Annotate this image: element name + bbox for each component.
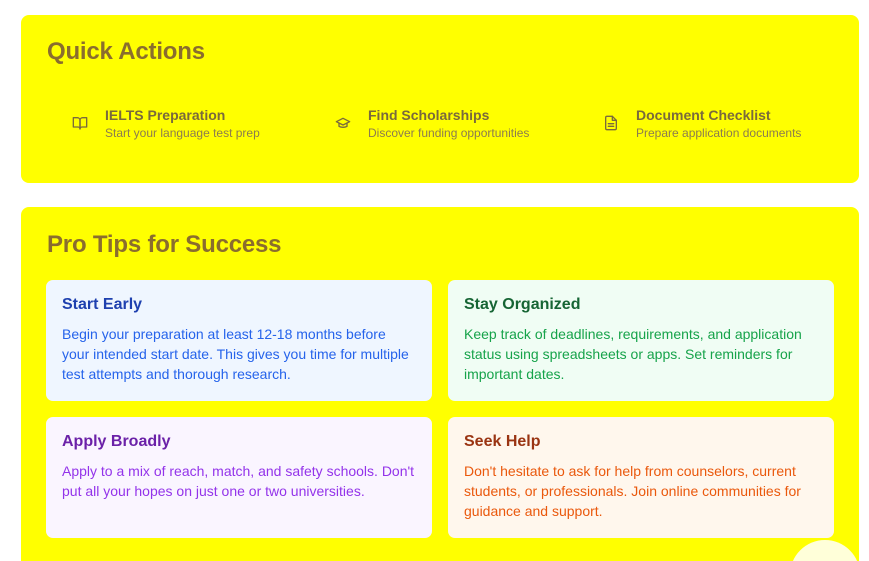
tip-body: Keep track of deadlines, requirements, a… — [464, 326, 802, 382]
quick-action-title: Document Checklist — [636, 107, 771, 123]
tip-body: Don't hesitate to ask for help from coun… — [464, 463, 801, 519]
tip-title: Stay Organized — [464, 296, 581, 313]
quick-action-find-scholarships[interactable]: Find Scholarships Discover funding oppor… — [334, 106, 529, 146]
tip-card-seek-help: Seek Help Don't hesitate to ask for help… — [448, 417, 834, 538]
file-text-icon — [602, 114, 620, 132]
tip-title: Start Early — [62, 296, 143, 313]
pro-tips-title: Pro Tips for Success — [47, 231, 282, 258]
tip-body: Apply to a mix of reach, match, and safe… — [62, 463, 415, 499]
quick-action-title: IELTS Preparation — [105, 107, 226, 123]
tip-card-stay-organized: Stay Organized Keep track of deadlines, … — [448, 280, 834, 401]
quick-action-ielts-preparation[interactable]: IELTS Preparation Start your language te… — [71, 106, 260, 146]
quick-action-document-checklist[interactable]: Document Checklist Prepare application d… — [602, 106, 801, 146]
quick-action-subtitle: Discover funding opportunities — [368, 126, 530, 140]
tip-title: Apply Broadly — [62, 433, 171, 450]
quick-actions-title: Quick Actions — [47, 38, 205, 65]
quick-action-subtitle: Start your language test prep — [105, 126, 260, 140]
quick-action-title: Find Scholarships — [368, 107, 490, 123]
book-open-icon — [71, 114, 89, 132]
graduation-cap-icon — [334, 114, 352, 132]
quick-actions-card: Quick Actions IELTS Preparation Start yo… — [21, 15, 859, 183]
tip-card-start-early: Start Early Begin your preparation at le… — [46, 280, 432, 401]
tip-body: Begin your preparation at least 12-18 mo… — [62, 326, 409, 382]
tip-card-apply-broadly: Apply Broadly Apply to a mix of reach, m… — [46, 417, 432, 538]
quick-action-subtitle: Prepare application documents — [636, 126, 802, 140]
tip-title: Seek Help — [464, 433, 541, 450]
pro-tips-card: Pro Tips for Success Start Early Begin y… — [21, 207, 859, 561]
